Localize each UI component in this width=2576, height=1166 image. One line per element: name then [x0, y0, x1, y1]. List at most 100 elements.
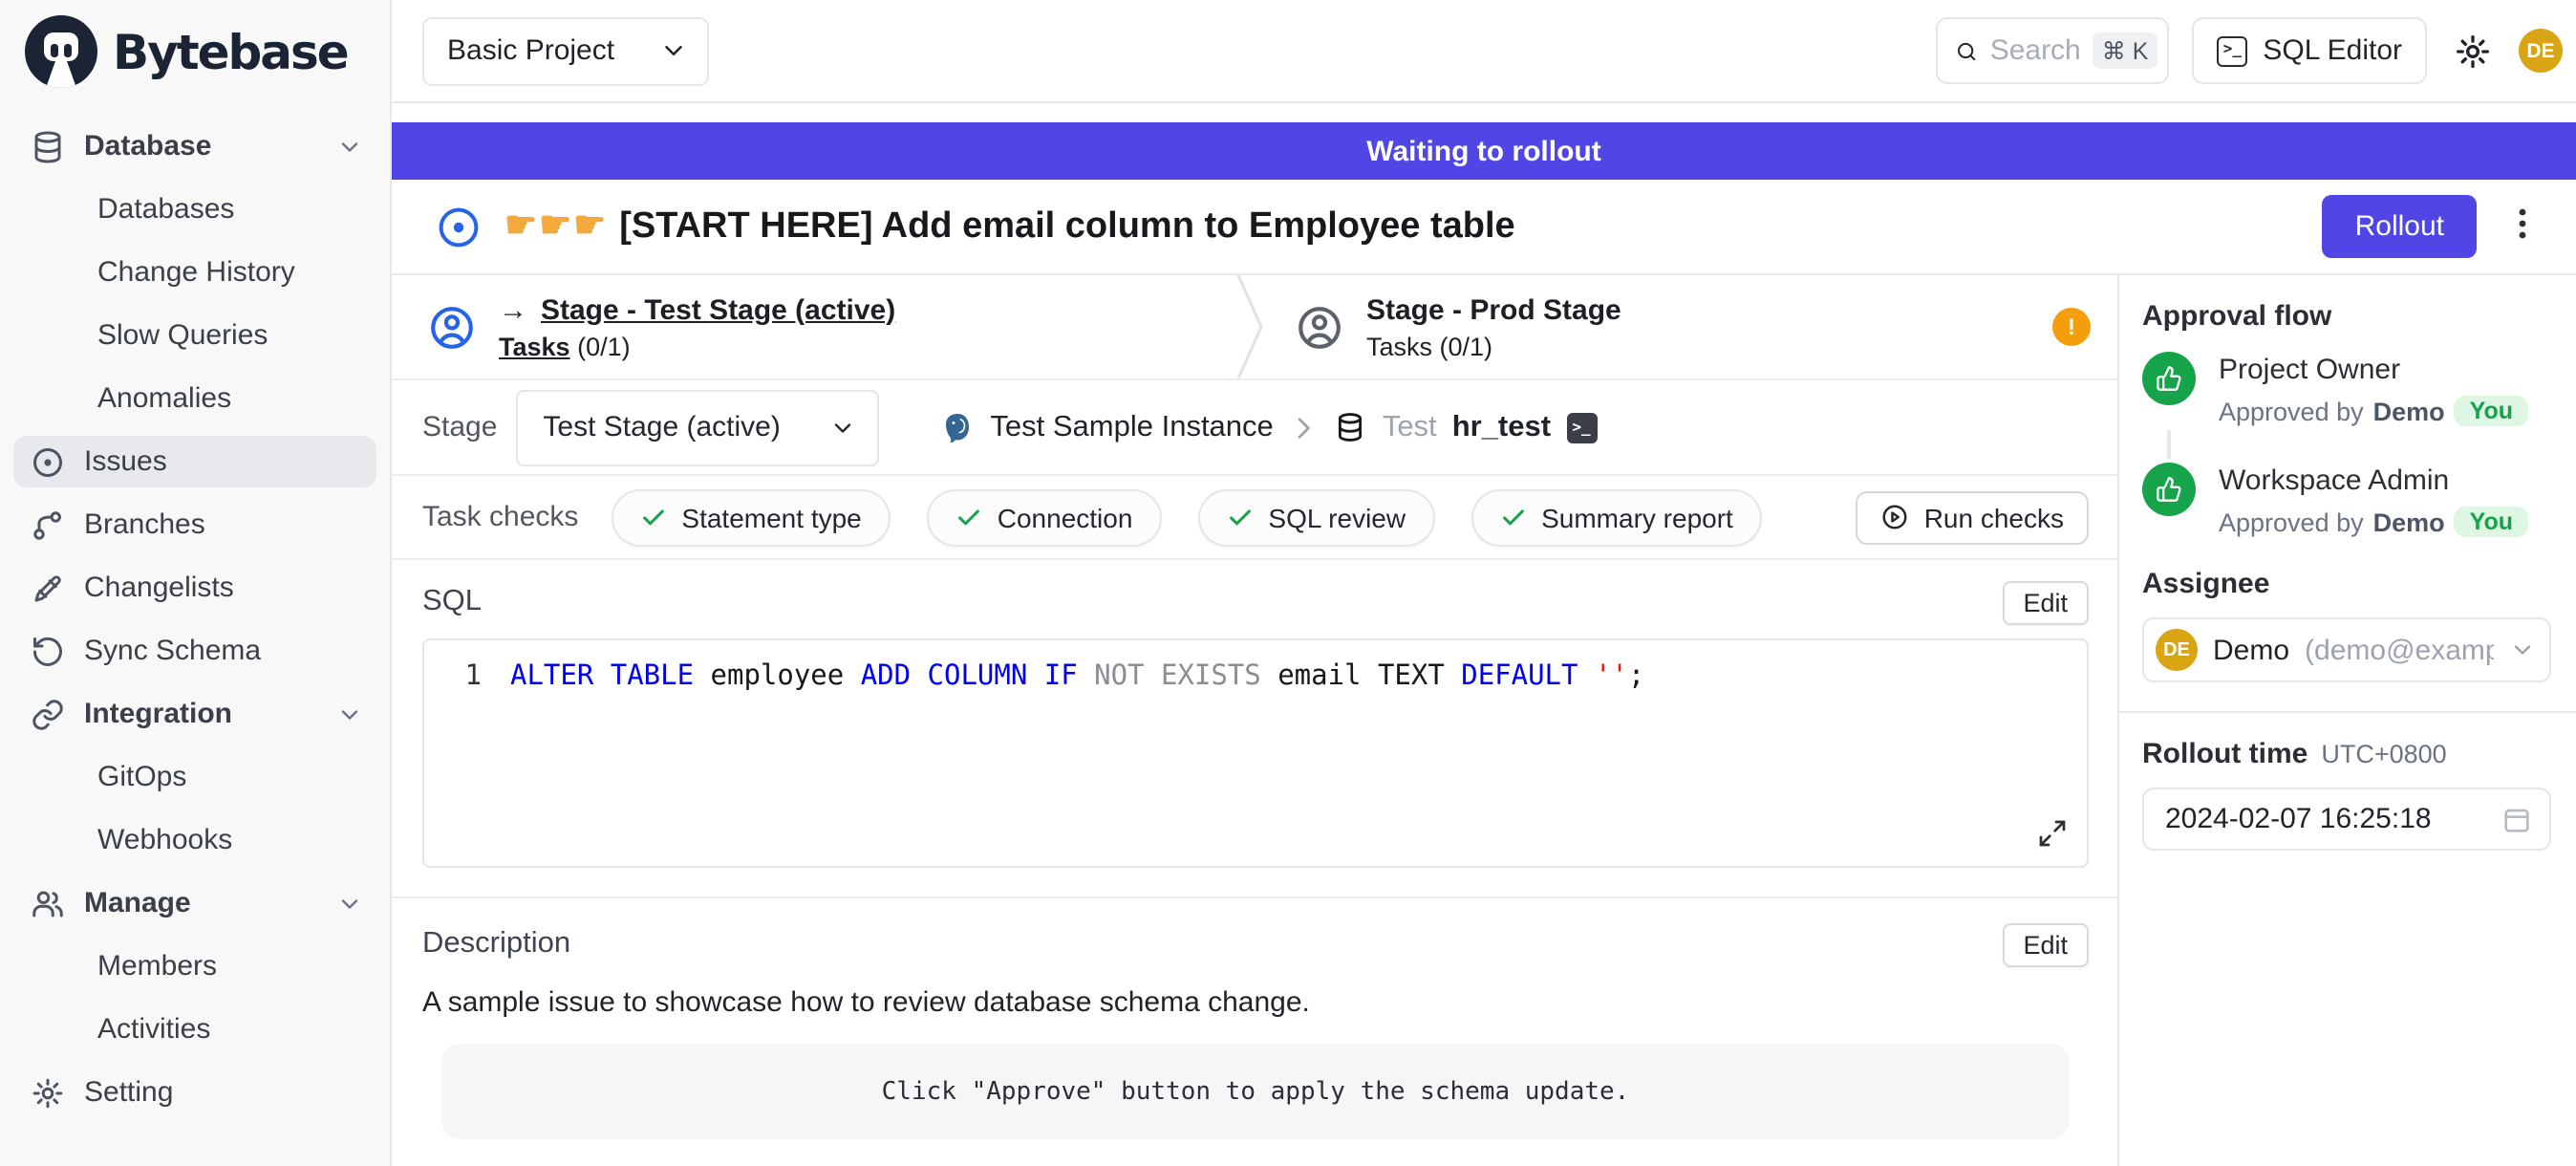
- sql-statement: 1ALTER TABLE employee ADD COLUMN IF NOT …: [447, 661, 2064, 692]
- topbar: Basic Project Search ⌘ K SQL Editor DE: [392, 0, 2576, 103]
- setting-gear-icon: [31, 1075, 65, 1110]
- sidebar-item-activities[interactable]: Activities: [13, 1004, 376, 1055]
- sql-section-title: SQL: [422, 585, 482, 619]
- branch-icon: [31, 507, 65, 542]
- stage-tab-text: →Stage - Test Stage (active) Tasks (0/1): [499, 293, 895, 360]
- gear-icon: [2454, 32, 2492, 70]
- sidebar-item-changelists[interactable]: Changelists: [13, 562, 376, 614]
- changelist-icon: [31, 571, 65, 605]
- description-text: A sample issue to showcase how to review…: [422, 986, 2089, 1019]
- chevron-right-icon: [1289, 412, 1320, 443]
- assignee-select[interactable]: DE Demo (demo@example: [2142, 617, 2551, 682]
- issue-status-icon: [436, 204, 482, 249]
- you-badge: You: [2455, 507, 2528, 537]
- check-statement-type[interactable]: Statement type: [611, 488, 890, 546]
- database-icon: [31, 129, 65, 163]
- sidebar-item-databases[interactable]: Databases: [13, 184, 376, 235]
- approved-thumbs-up-icon: [2142, 463, 2196, 516]
- body-row: →Stage - Test Stage (active) Tasks (0/1)…: [392, 275, 2576, 1166]
- chevron-down-icon: [336, 890, 363, 917]
- panel-divider: [2119, 711, 2576, 713]
- chevron-down-icon: [336, 701, 363, 727]
- sidebar-item-integration[interactable]: Integration: [13, 688, 376, 740]
- assignee-title: Assignee: [2142, 568, 2551, 600]
- check-summary-report[interactable]: Summary report: [1470, 488, 1762, 546]
- user-avatar[interactable]: DE: [2519, 29, 2563, 73]
- open-sql-editor-icon[interactable]: [1566, 412, 1597, 443]
- sidebar-item-issues[interactable]: Issues: [13, 436, 376, 487]
- expand-icon[interactable]: [2037, 818, 2068, 849]
- sidebar-item-setting[interactable]: Setting: [13, 1067, 376, 1118]
- approval-connector: [2167, 430, 2171, 459]
- settings-gear-button[interactable]: [2450, 28, 2496, 74]
- description-section: Description Edit A sample issue to showc…: [392, 898, 2117, 1139]
- database-breadcrumb: Test Sample Instance Test hr_test: [940, 410, 1597, 444]
- stage-label: Stage: [422, 411, 497, 443]
- check-pills: Statement type Connection SQL review: [611, 488, 1822, 546]
- instance-name[interactable]: Test Sample Instance: [990, 410, 1273, 444]
- pointing-finger-emoji: ☛☛☛: [504, 206, 608, 247]
- approver-name: Demo: [2373, 397, 2445, 425]
- chevron-down-icon: [336, 133, 363, 160]
- stage-tab-test[interactable]: →Stage - Test Stage (active) Tasks (0/1): [392, 275, 1236, 378]
- database-name[interactable]: hr_test: [1452, 410, 1551, 444]
- sync-icon: [31, 634, 65, 668]
- search-placeholder: Search: [1990, 34, 2081, 67]
- sidebar-item-slow-queries[interactable]: Slow Queries: [13, 310, 376, 361]
- assignee-avatar: DE: [2156, 629, 2198, 671]
- sql-editor-button[interactable]: SQL Editor: [2192, 17, 2427, 84]
- sql-edit-button[interactable]: Edit: [2002, 580, 2089, 624]
- bytebase-app: Bytebase Database Databases Change Histo…: [0, 0, 2576, 1166]
- sidebar-item-members[interactable]: Members: [13, 940, 376, 992]
- stage-select[interactable]: Test Stage (active): [516, 389, 879, 465]
- bytebase-logo-icon: [23, 13, 99, 90]
- more-actions-button[interactable]: [2500, 199, 2545, 254]
- project-selector[interactable]: Basic Project: [422, 16, 709, 85]
- chevron-down-icon: [659, 36, 688, 65]
- terminal-icon: [2217, 35, 2247, 66]
- check-icon: [1499, 504, 1526, 530]
- topbar-right: Search ⌘ K SQL Editor DE: [1936, 17, 2563, 84]
- approval-role: Project Owner: [2219, 354, 2528, 386]
- run-checks-button[interactable]: Run checks: [1856, 490, 2089, 544]
- check-connection[interactable]: Connection: [927, 488, 1162, 546]
- search-input[interactable]: Search ⌘ K: [1936, 17, 2169, 84]
- assignee-email: (demo@example: [2305, 634, 2494, 666]
- brand-wordmark: Bytebase: [113, 24, 348, 79]
- issues-icon: [31, 444, 65, 479]
- issue-title: ☛☛☛[START HERE] Add email column to Empl…: [504, 205, 1515, 248]
- stage-tab-text: Stage - Prod Stage Tasks (0/1): [1366, 293, 1621, 360]
- issue-detail: →Stage - Test Stage (active) Tasks (0/1)…: [392, 275, 2117, 1166]
- approval-step-project-owner: Project Owner Approved by Demo You: [2142, 352, 2551, 426]
- sidebar-item-manage[interactable]: Manage: [13, 877, 376, 929]
- issue-side-panel: Approval flow Project Owner Approved by …: [2117, 275, 2576, 1166]
- sql-section: SQL Edit 1ALTER TABLE employee ADD COLUM…: [392, 560, 2117, 898]
- approval-step-workspace-admin: Workspace Admin Approved by Demo You: [2142, 463, 2551, 537]
- check-sql-review[interactable]: SQL review: [1197, 488, 1434, 546]
- sql-editor-box[interactable]: 1ALTER TABLE employee ADD COLUMN IF NOT …: [422, 638, 2089, 868]
- sidebar-item-gitops[interactable]: GitOps: [13, 751, 376, 803]
- bytebase-logo[interactable]: Bytebase: [0, 0, 390, 103]
- warning-icon: !: [2052, 308, 2091, 346]
- sidebar-item-anomalies[interactable]: Anomalies: [13, 373, 376, 424]
- tasks-link[interactable]: Tasks: [499, 332, 570, 360]
- sidebar: Bytebase Database Databases Change Histo…: [0, 0, 392, 1166]
- chevron-down-icon: [2509, 637, 2536, 663]
- sidebar-item-webhooks[interactable]: Webhooks: [13, 814, 376, 866]
- sidebar-item-change-history[interactable]: Change History: [13, 247, 376, 298]
- rollout-button[interactable]: Rollout: [2323, 195, 2477, 258]
- postgresql-icon: [940, 410, 975, 444]
- play-circle-icon: [1880, 503, 1909, 531]
- sidebar-item-sync-schema[interactable]: Sync Schema: [13, 625, 376, 677]
- rollout-time-input[interactable]: 2024-02-07 16:25:18: [2142, 788, 2551, 851]
- sidebar-item-database[interactable]: Database: [13, 120, 376, 172]
- check-icon: [1226, 504, 1253, 530]
- stage-person-icon: [428, 303, 476, 351]
- stage-link[interactable]: Stage - Test Stage (active): [541, 293, 895, 326]
- approval-role: Workspace Admin: [2219, 464, 2528, 497]
- sidebar-item-branches[interactable]: Branches: [13, 499, 376, 551]
- environment-name: Test: [1383, 410, 1437, 444]
- description-edit-button[interactable]: Edit: [2002, 922, 2089, 966]
- status-banner-text: Waiting to rollout: [1366, 135, 1601, 167]
- stage-tab-prod[interactable]: Stage - Prod Stage Tasks (0/1) !: [1263, 275, 2117, 378]
